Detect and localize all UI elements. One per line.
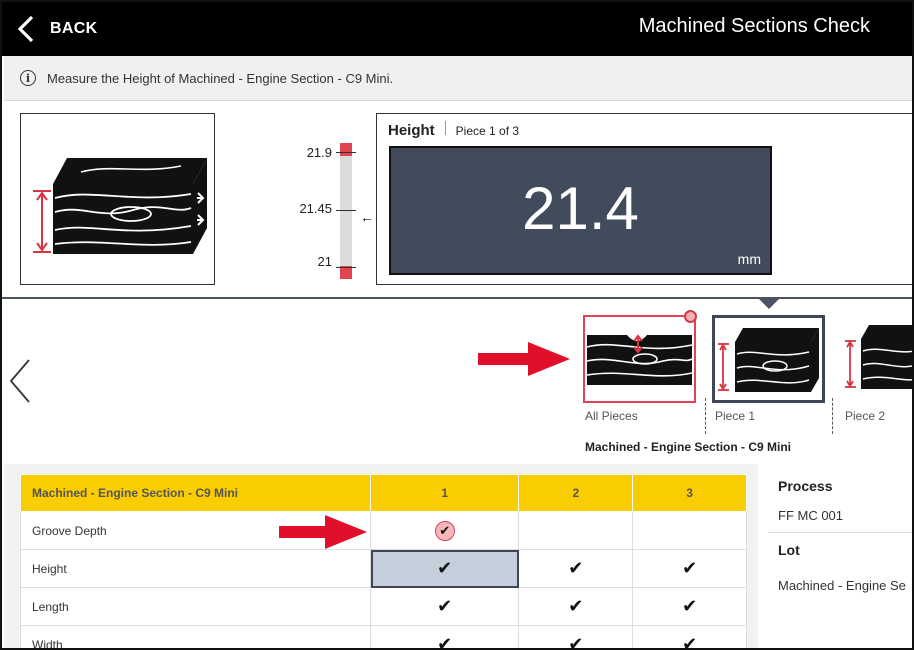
selected-piece-pointer: [758, 298, 780, 309]
table-cell[interactable]: ✔: [369, 511, 520, 550]
measurement-unit: mm: [737, 251, 761, 267]
row-label: Height: [20, 549, 371, 588]
piece-group-caption: Machined - Engine Section - C9 Mini: [585, 440, 792, 454]
gauge-upper-limit: [340, 143, 352, 156]
arrow-left-icon: ←: [360, 209, 374, 225]
table-cell[interactable]: ✔: [369, 587, 520, 626]
back-button[interactable]: BACK: [16, 12, 97, 46]
part-image: [20, 113, 215, 285]
piece-all[interactable]: [583, 315, 696, 403]
table-row: Width ✔ ✔ ✔: [20, 625, 747, 650]
app-window: BACK Machined Sections Check i Measure t…: [0, 0, 914, 650]
piece-counter: Piece 1 of 3: [455, 124, 520, 138]
table-cell-selected[interactable]: ✔: [369, 549, 520, 588]
checks-table-container: Machined - Engine Section - C9 Mini 1 2 …: [4, 464, 758, 650]
gauge-max-label: 21.9: [306, 145, 332, 160]
wood-grain-groove-icon: [586, 334, 693, 385]
measurement-value: 21.4: [522, 175, 639, 242]
tolerance-gauge: 21.9 21.45 ← 21: [282, 137, 382, 287]
check-icon: ✔: [568, 558, 584, 578]
piece-label-all: All Pieces: [585, 409, 638, 423]
wood-block-height-icon: [718, 328, 819, 392]
piece-separator: [832, 398, 833, 434]
table-header-piece-2: 2: [518, 474, 634, 512]
table-header-piece-3: 3: [632, 474, 747, 512]
wood-block-height-icon: [33, 158, 207, 254]
table-cell[interactable]: ✔: [369, 625, 520, 650]
instruction-bar: i Measure the Height of Machined - Engin…: [4, 56, 912, 101]
process-label: Process: [778, 478, 833, 494]
check-icon: ✔: [437, 558, 453, 578]
check-alert-icon: ✔: [434, 520, 455, 541]
info-panel: Process FF MC 001 Lot Machined - Engine …: [768, 464, 912, 648]
header-separator: [444, 121, 446, 135]
table-cell[interactable]: ✔: [518, 549, 634, 588]
gauge-target-label: 21.45: [299, 201, 332, 216]
check-icon: ✔: [568, 634, 584, 650]
chevron-left-icon: [9, 359, 30, 403]
table-cell[interactable]: ✔: [632, 549, 747, 588]
gauge-tick-target: [336, 210, 356, 211]
check-icon: ✔: [682, 558, 698, 578]
piece-2[interactable]: [841, 315, 912, 403]
table-cell[interactable]: [518, 511, 634, 550]
lot-value: Machined - Engine Se: [778, 578, 906, 593]
gauge-min-label: 21: [317, 254, 332, 269]
previous-button[interactable]: [8, 358, 32, 409]
lot-label: Lot: [778, 542, 800, 558]
check-icon: ✔: [682, 634, 698, 650]
page-title: Machined Sections Check: [638, 15, 870, 37]
piece-label-1: Piece 1: [715, 409, 756, 423]
measurement-header: Height Piece 1 of 3: [388, 121, 519, 139]
measurement-display[interactable]: 21.4 mm: [389, 146, 772, 275]
info-icon: i: [20, 70, 36, 86]
gauge-bar: [340, 143, 352, 279]
table-cell[interactable]: ✔: [632, 587, 747, 626]
gauge-tick-max: [336, 152, 356, 153]
measurement-label: Height: [388, 122, 435, 139]
instruction-text: Measure the Height of Machined - Engine …: [47, 70, 394, 86]
chevron-left-icon: [17, 15, 34, 43]
red-arrow-annotation-icon: [279, 515, 367, 549]
checks-table: Machined - Engine Section - C9 Mini 1 2 …: [20, 474, 747, 650]
piece-separator: [705, 398, 706, 434]
table-header-piece-1: 1: [369, 474, 520, 512]
wood-block-height-icon: [845, 325, 912, 389]
red-arrow-annotation-icon: [478, 342, 570, 376]
header: BACK Machined Sections Check: [2, 2, 912, 56]
info-divider: [768, 532, 912, 533]
row-label: Length: [20, 587, 371, 626]
table-row: Groove Depth ✔: [20, 511, 747, 550]
process-value: FF MC 001: [778, 508, 844, 523]
check-icon: ✔: [437, 596, 453, 616]
check-icon: ✔: [437, 634, 453, 650]
piece-1[interactable]: [712, 315, 825, 403]
table-cell[interactable]: [632, 511, 747, 550]
table-cell[interactable]: ✔: [518, 625, 634, 650]
table-cell[interactable]: ✔: [632, 625, 747, 650]
back-label: BACK: [50, 20, 98, 37]
table-row: Height ✔ ✔ ✔: [20, 549, 747, 588]
row-label: Width: [20, 625, 371, 648]
gauge-tick-min: [336, 267, 356, 268]
table-header-row: Machined - Engine Section - C9 Mini 1 2 …: [20, 474, 747, 512]
table-header-part: Machined - Engine Section - C9 Mini: [20, 474, 371, 512]
check-icon: ✔: [568, 596, 584, 616]
table-row: Length ✔ ✔ ✔: [20, 587, 747, 626]
status-dot: [684, 310, 697, 323]
check-icon: ✔: [682, 596, 698, 616]
piece-label-2: Piece 2: [845, 409, 886, 423]
table-cell[interactable]: ✔: [518, 587, 634, 626]
measurement-panel: Height Piece 1 of 3 21.4 mm: [376, 113, 912, 285]
